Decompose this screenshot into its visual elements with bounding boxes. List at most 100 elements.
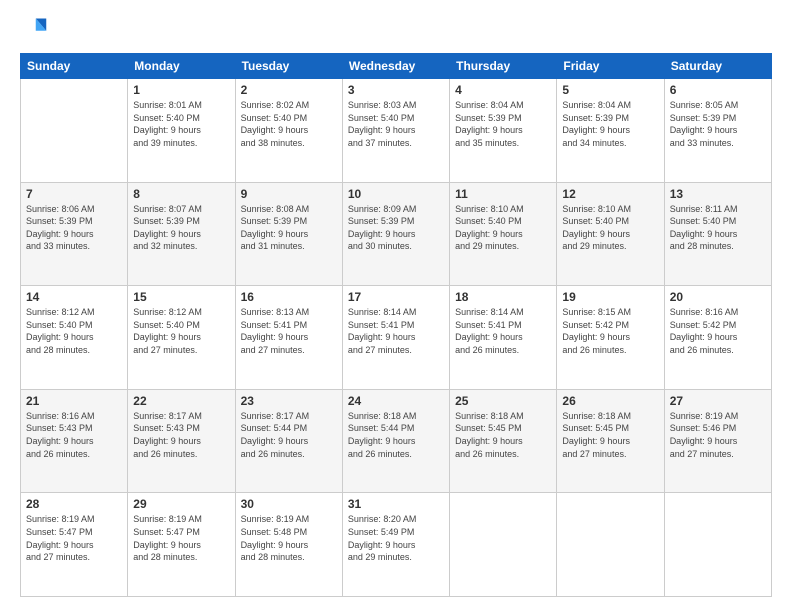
calendar-cell: 23 Sunrise: 8:17 AM Sunset: 5:44 PM Dayli… bbox=[235, 389, 342, 493]
day-number: 8 bbox=[133, 187, 229, 201]
calendar-cell: 3Sunrise: 8:03 AM Sunset: 5:40 PM Daylig… bbox=[342, 79, 449, 183]
day-info: Sunrise: 8:02 AM Sunset: 5:40 PM Dayligh… bbox=[241, 99, 337, 149]
day-info: Sunrise: 8:16 AM Sunset: 5:42 PM Dayligh… bbox=[670, 306, 766, 356]
day-info: Sunrise: 8:10 AM Sunset: 5:40 PM Dayligh… bbox=[455, 203, 551, 253]
day-number: 21 bbox=[26, 394, 122, 408]
weekday-header-row: SundayMondayTuesdayWednesdayThursdayFrid… bbox=[21, 54, 772, 79]
day-info: Sunrise: 8:16 AM Sunset: 5:43 PM Dayligh… bbox=[26, 410, 122, 460]
calendar-cell: 4 Sunrise: 8:04 AM Sunset: 5:39 PM Daylig… bbox=[450, 79, 557, 183]
weekday-header-tuesday: Tuesday bbox=[235, 54, 342, 79]
day-info: Sunrise: 8:04 AM Sunset: 5:39 PM Dayligh… bbox=[455, 99, 551, 149]
day-info: Sunrise: 8:18 AM Sunset: 5:45 PM Dayligh… bbox=[455, 410, 551, 460]
day-info: Sunrise: 8:12 AM Sunset: 5:40 PM Dayligh… bbox=[26, 306, 122, 356]
day-info: Sunrise: 8:17 AM Sunset: 5:44 PM Dayligh… bbox=[241, 410, 337, 460]
day-info: Sunrise: 8:12 AM Sunset: 5:40 PM Dayligh… bbox=[133, 306, 229, 356]
day-number: 6 bbox=[670, 83, 766, 97]
calendar-cell: 11 Sunrise: 8:10 AM Sunset: 5:40 PM Dayli… bbox=[450, 182, 557, 286]
day-number: 25 bbox=[455, 394, 551, 408]
day-info: Sunrise: 8:11 AM Sunset: 5:40 PM Dayligh… bbox=[670, 203, 766, 253]
weekday-header-sunday: Sunday bbox=[21, 54, 128, 79]
day-info: Sunrise: 8:14 AM Sunset: 5:41 PM Dayligh… bbox=[455, 306, 551, 356]
day-info: Sunrise: 8:04 AM Sunset: 5:39 PM Dayligh… bbox=[562, 99, 658, 149]
day-number: 12 bbox=[562, 187, 658, 201]
calendar-cell: 18 Sunrise: 8:14 AM Sunset: 5:41 PM Dayli… bbox=[450, 286, 557, 390]
calendar-table: SundayMondayTuesdayWednesdayThursdayFrid… bbox=[20, 53, 772, 597]
day-info: Sunrise: 8:10 AM Sunset: 5:40 PM Dayligh… bbox=[562, 203, 658, 253]
day-number: 30 bbox=[241, 497, 337, 511]
day-info: Sunrise: 8:07 AM Sunset: 5:39 PM Dayligh… bbox=[133, 203, 229, 253]
day-number: 7 bbox=[26, 187, 122, 201]
day-number: 24 bbox=[348, 394, 444, 408]
day-number: 14 bbox=[26, 290, 122, 304]
calendar-cell: 12 Sunrise: 8:10 AM Sunset: 5:40 PM Dayli… bbox=[557, 182, 664, 286]
week-row-1: 7Sunrise: 8:06 AM Sunset: 5:39 PM Daylig… bbox=[21, 182, 772, 286]
day-number: 20 bbox=[670, 290, 766, 304]
calendar-cell: 9Sunrise: 8:08 AM Sunset: 5:39 PM Daylig… bbox=[235, 182, 342, 286]
day-number: 1 bbox=[133, 83, 229, 97]
day-number: 9 bbox=[241, 187, 337, 201]
day-number: 28 bbox=[26, 497, 122, 511]
day-number: 4 bbox=[455, 83, 551, 97]
calendar-cell: 21 Sunrise: 8:16 AM Sunset: 5:43 PM Dayli… bbox=[21, 389, 128, 493]
day-info: Sunrise: 8:13 AM Sunset: 5:41 PM Dayligh… bbox=[241, 306, 337, 356]
page: SundayMondayTuesdayWednesdayThursdayFrid… bbox=[0, 0, 792, 612]
day-number: 23 bbox=[241, 394, 337, 408]
calendar-cell: 5 Sunrise: 8:04 AM Sunset: 5:39 PM Daylig… bbox=[557, 79, 664, 183]
day-number: 15 bbox=[133, 290, 229, 304]
header bbox=[20, 15, 772, 43]
calendar-cell bbox=[557, 493, 664, 597]
calendar-cell: 22 Sunrise: 8:17 AM Sunset: 5:43 PM Dayli… bbox=[128, 389, 235, 493]
day-number: 26 bbox=[562, 394, 658, 408]
week-row-4: 28 Sunrise: 8:19 AM Sunset: 5:47 PM Dayli… bbox=[21, 493, 772, 597]
day-info: Sunrise: 8:19 AM Sunset: 5:48 PM Dayligh… bbox=[241, 513, 337, 563]
day-info: Sunrise: 8:18 AM Sunset: 5:45 PM Dayligh… bbox=[562, 410, 658, 460]
weekday-header-wednesday: Wednesday bbox=[342, 54, 449, 79]
day-number: 5 bbox=[562, 83, 658, 97]
calendar-cell bbox=[450, 493, 557, 597]
week-row-0: 1 Sunrise: 8:01 AM Sunset: 5:40 PM Daylig… bbox=[21, 79, 772, 183]
day-number: 13 bbox=[670, 187, 766, 201]
calendar-cell: 26 Sunrise: 8:18 AM Sunset: 5:45 PM Dayli… bbox=[557, 389, 664, 493]
day-info: Sunrise: 8:14 AM Sunset: 5:41 PM Dayligh… bbox=[348, 306, 444, 356]
calendar-cell: 16 Sunrise: 8:13 AM Sunset: 5:41 PM Dayli… bbox=[235, 286, 342, 390]
calendar-cell: 1 Sunrise: 8:01 AM Sunset: 5:40 PM Daylig… bbox=[128, 79, 235, 183]
day-info: Sunrise: 8:09 AM Sunset: 5:39 PM Dayligh… bbox=[348, 203, 444, 253]
day-info: Sunrise: 8:20 AM Sunset: 5:49 PM Dayligh… bbox=[348, 513, 444, 563]
calendar-cell: 31Sunrise: 8:20 AM Sunset: 5:49 PM Dayli… bbox=[342, 493, 449, 597]
day-number: 29 bbox=[133, 497, 229, 511]
calendar-cell: 25 Sunrise: 8:18 AM Sunset: 5:45 PM Dayli… bbox=[450, 389, 557, 493]
week-row-3: 21 Sunrise: 8:16 AM Sunset: 5:43 PM Dayli… bbox=[21, 389, 772, 493]
weekday-header-monday: Monday bbox=[128, 54, 235, 79]
calendar-cell: 13 Sunrise: 8:11 AM Sunset: 5:40 PM Dayli… bbox=[664, 182, 771, 286]
day-info: Sunrise: 8:19 AM Sunset: 5:47 PM Dayligh… bbox=[133, 513, 229, 563]
calendar-cell: 6 Sunrise: 8:05 AM Sunset: 5:39 PM Daylig… bbox=[664, 79, 771, 183]
day-number: 16 bbox=[241, 290, 337, 304]
day-number: 18 bbox=[455, 290, 551, 304]
weekday-header-friday: Friday bbox=[557, 54, 664, 79]
day-info: Sunrise: 8:18 AM Sunset: 5:44 PM Dayligh… bbox=[348, 410, 444, 460]
weekday-header-thursday: Thursday bbox=[450, 54, 557, 79]
calendar-cell: 27 Sunrise: 8:19 AM Sunset: 5:46 PM Dayli… bbox=[664, 389, 771, 493]
day-number: 11 bbox=[455, 187, 551, 201]
day-number: 27 bbox=[670, 394, 766, 408]
calendar-cell: 19 Sunrise: 8:15 AM Sunset: 5:42 PM Dayli… bbox=[557, 286, 664, 390]
calendar-cell bbox=[21, 79, 128, 183]
day-info: Sunrise: 8:19 AM Sunset: 5:47 PM Dayligh… bbox=[26, 513, 122, 563]
day-info: Sunrise: 8:05 AM Sunset: 5:39 PM Dayligh… bbox=[670, 99, 766, 149]
day-info: Sunrise: 8:01 AM Sunset: 5:40 PM Dayligh… bbox=[133, 99, 229, 149]
calendar-cell: 20 Sunrise: 8:16 AM Sunset: 5:42 PM Dayli… bbox=[664, 286, 771, 390]
calendar-cell: 29 Sunrise: 8:19 AM Sunset: 5:47 PM Dayli… bbox=[128, 493, 235, 597]
day-info: Sunrise: 8:19 AM Sunset: 5:46 PM Dayligh… bbox=[670, 410, 766, 460]
calendar-cell: 28 Sunrise: 8:19 AM Sunset: 5:47 PM Dayli… bbox=[21, 493, 128, 597]
calendar-cell: 24 Sunrise: 8:18 AM Sunset: 5:44 PM Dayli… bbox=[342, 389, 449, 493]
logo bbox=[20, 15, 52, 43]
day-info: Sunrise: 8:15 AM Sunset: 5:42 PM Dayligh… bbox=[562, 306, 658, 356]
day-number: 19 bbox=[562, 290, 658, 304]
calendar-cell: 8 Sunrise: 8:07 AM Sunset: 5:39 PM Daylig… bbox=[128, 182, 235, 286]
day-info: Sunrise: 8:17 AM Sunset: 5:43 PM Dayligh… bbox=[133, 410, 229, 460]
logo-icon bbox=[20, 15, 48, 43]
day-number: 17 bbox=[348, 290, 444, 304]
day-number: 22 bbox=[133, 394, 229, 408]
calendar-cell: 14 Sunrise: 8:12 AM Sunset: 5:40 PM Dayli… bbox=[21, 286, 128, 390]
calendar-cell: 7Sunrise: 8:06 AM Sunset: 5:39 PM Daylig… bbox=[21, 182, 128, 286]
